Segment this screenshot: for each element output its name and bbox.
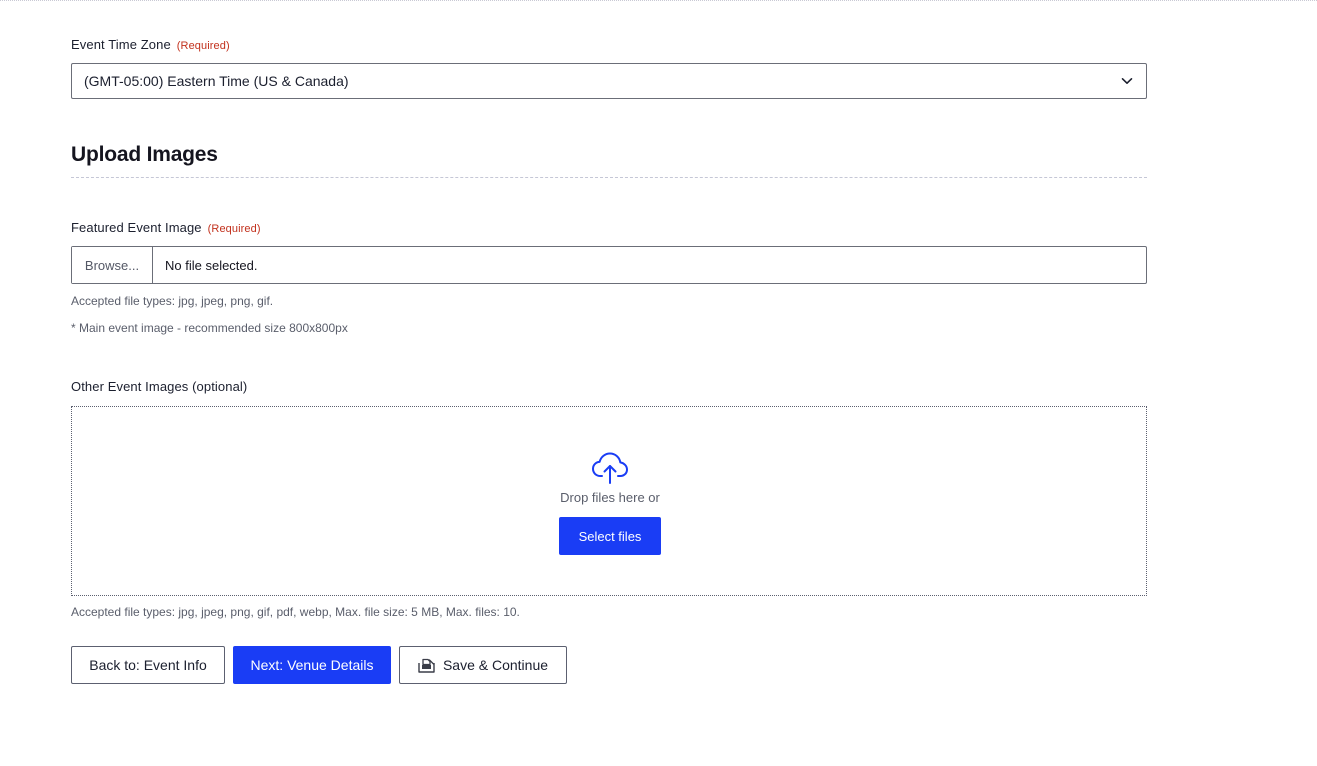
featured-image-label: Featured Event Image (Required) bbox=[71, 220, 261, 235]
timezone-select[interactable]: (GMT-05:00) Eastern Time (US & Canada) bbox=[71, 63, 1147, 99]
next-button-label: Next: Venue Details bbox=[250, 657, 374, 673]
featured-image-file-input[interactable]: Browse... No file selected. bbox=[71, 246, 1147, 284]
section-divider bbox=[71, 177, 1147, 178]
select-files-button[interactable]: Select files bbox=[559, 517, 661, 555]
save-continue-icon bbox=[418, 658, 435, 673]
back-to-event-info-button[interactable]: Back to: Event Info bbox=[71, 646, 225, 684]
featured-image-help-size: * Main event image - recommended size 80… bbox=[71, 321, 348, 335]
top-dotted-divider bbox=[0, 0, 1317, 1]
featured-image-label-text: Featured Event Image bbox=[71, 220, 202, 235]
save-button-label: Save & Continue bbox=[442, 657, 549, 673]
timezone-label: Event Time Zone (Required) bbox=[71, 37, 230, 52]
timezone-selected-value: (GMT-05:00) Eastern Time (US & Canada) bbox=[84, 73, 349, 89]
save-continue-button[interactable]: Save & Continue bbox=[399, 646, 567, 684]
required-tag: (Required) bbox=[207, 223, 261, 235]
drop-files-text: Drop files here or bbox=[560, 490, 660, 505]
file-status-text: No file selected. bbox=[165, 257, 258, 273]
chevron-down-icon bbox=[1121, 78, 1133, 84]
other-images-dropzone[interactable]: Drop files here or Select files bbox=[71, 406, 1147, 596]
browse-button[interactable]: Browse... bbox=[72, 247, 153, 283]
required-tag: (Required) bbox=[176, 40, 230, 52]
cloud-upload-icon bbox=[592, 452, 628, 484]
other-images-label: Other Event Images (optional) bbox=[71, 379, 248, 394]
back-button-label: Back to: Event Info bbox=[89, 657, 207, 673]
upload-images-heading: Upload Images bbox=[71, 143, 218, 166]
other-images-help-types: Accepted file types: jpg, jpeg, png, gif… bbox=[71, 605, 520, 619]
next-venue-details-button[interactable]: Next: Venue Details bbox=[233, 646, 391, 684]
timezone-label-text: Event Time Zone bbox=[71, 37, 171, 52]
featured-image-help-types: Accepted file types: jpg, jpeg, png, gif… bbox=[71, 294, 274, 308]
